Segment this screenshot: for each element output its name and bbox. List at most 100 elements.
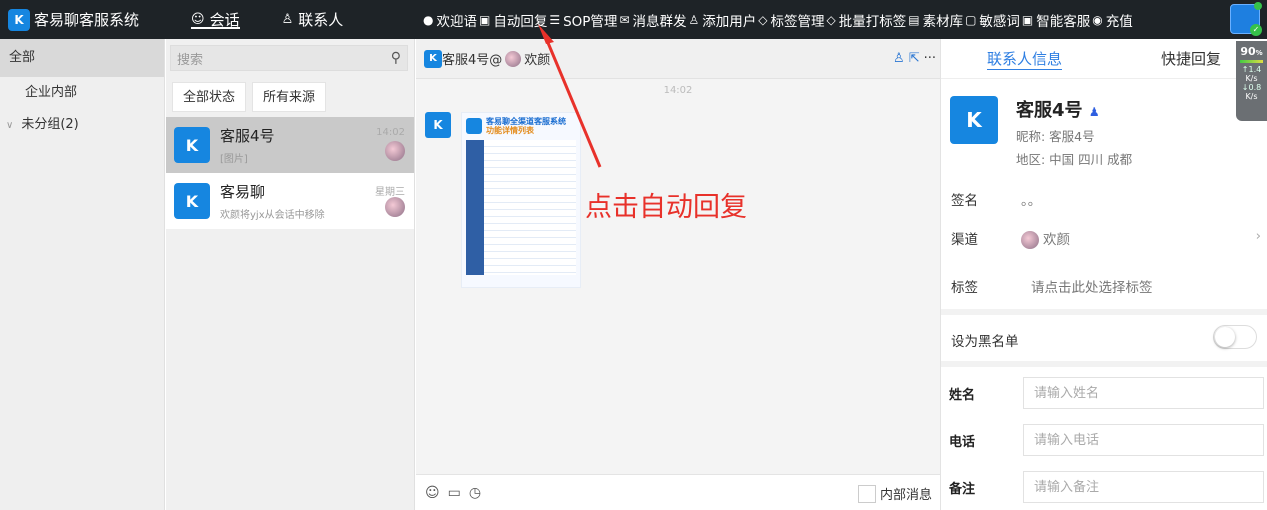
chat-input-bar: ☺ ▭ ◷ 内部消息 bbox=[416, 474, 940, 510]
contact-avatar: K bbox=[950, 96, 998, 144]
batch-tag-label: 批量打标签 bbox=[838, 13, 907, 30]
add-user-button[interactable]: ♙ 添加用户 bbox=[689, 10, 757, 30]
chat-area: K 客服4号@ 欢颜 ♙ ⇱ ··· 14:02 K 客易聊全渠道客服系统 功能… bbox=[416, 39, 940, 510]
message-time: 14:02 bbox=[376, 127, 405, 138]
clock-icon[interactable]: ◷ bbox=[469, 485, 481, 501]
percent-unit: % bbox=[1255, 49, 1263, 57]
contact-nickname: 昵称: 客服4号 bbox=[1016, 129, 1095, 144]
network-speed-widget: 90% ↑1.4 K/s ↓0.8 K/s bbox=[1236, 41, 1267, 121]
folder-icon[interactable]: ▭ bbox=[448, 485, 461, 501]
batch-tag-button[interactable]: ◇ 批量打标签 bbox=[827, 10, 907, 30]
mass-message-label: 消息群发 bbox=[632, 13, 687, 30]
agent-avatar bbox=[385, 141, 405, 161]
internal-message-label: 内部消息 bbox=[879, 488, 932, 503]
signature-label: 签名 bbox=[951, 193, 978, 209]
add-user-icon: ♙ bbox=[688, 12, 700, 27]
annotation-arrow bbox=[538, 24, 602, 168]
chat-contact-logo: K bbox=[424, 49, 442, 68]
welcome-button[interactable]: ● 欢迎语 bbox=[423, 10, 477, 30]
library-button[interactable]: ▤ 素材库 bbox=[908, 10, 963, 30]
remark-field[interactable] bbox=[1023, 471, 1264, 503]
recharge-icon: ◉ bbox=[1092, 12, 1103, 27]
contact-profile: K 客服4号 ♟ 昵称: 客服4号 地区: 中国 四川 成都 bbox=[950, 96, 1132, 168]
chat-title: 客服4号@ bbox=[442, 53, 503, 68]
download-unit: K/s bbox=[1245, 92, 1258, 101]
sensitive-word-button[interactable]: ▢ 敏感词 bbox=[965, 10, 1020, 30]
library-icon: ▤ bbox=[908, 12, 920, 27]
message-timestamp: 14:02 bbox=[663, 85, 693, 96]
add-user-label: 添加用户 bbox=[702, 13, 757, 30]
robot-icon: ▣ bbox=[1021, 12, 1034, 27]
top-bar: K 客易聊客服系统 ☺ 会话 ♙ 联系人 ● 欢迎语 ▣ 自动回复 ☰ SOP管理 ✉… bbox=[0, 0, 1267, 39]
sensitive-word-icon: ▢ bbox=[965, 12, 977, 27]
brand: K 客易聊客服系统 bbox=[0, 8, 185, 31]
status-filter[interactable]: 全部状态 bbox=[172, 82, 247, 112]
tag-icon: ◇ bbox=[758, 12, 768, 27]
user-avatar[interactable]: ✓ bbox=[1230, 2, 1262, 36]
internal-message-checkbox[interactable] bbox=[857, 484, 876, 503]
mass-message-button[interactable]: ✉ 消息群发 bbox=[619, 10, 686, 30]
online-dot-icon bbox=[1254, 2, 1262, 10]
channel-row[interactable]: 渠道 欢颜 › bbox=[951, 228, 1261, 249]
emoji-icon[interactable]: ☺ bbox=[425, 485, 440, 501]
toolbar: ● 欢迎语 ▣ 自动回复 ☰ SOP管理 ✉ 消息群发 ♙ 添加用户 ◇ 标签管理 ◇ 批量打… bbox=[423, 0, 1135, 39]
profile-icon[interactable]: ♙ bbox=[893, 51, 905, 66]
person-icon: ♟ bbox=[1088, 105, 1100, 119]
recharge-label: 充值 bbox=[1105, 13, 1133, 30]
smart-service-label: 智能客服 bbox=[1036, 13, 1091, 30]
name-field[interactable] bbox=[1023, 377, 1264, 409]
message-time: 星期三 bbox=[375, 187, 405, 198]
group-ungrouped-label: 未分组(2) bbox=[21, 117, 79, 132]
channel-label: 渠道 bbox=[951, 232, 978, 248]
internal-message-toggle[interactable]: 内部消息 bbox=[857, 484, 932, 503]
search-input[interactable]: 搜索 ⚲ bbox=[170, 45, 408, 71]
filter-bar: 全部状态 所有来源 bbox=[166, 71, 414, 112]
search-icon[interactable]: ⚲ bbox=[391, 50, 401, 66]
tag-placeholder: 请点击此处选择标签 bbox=[1031, 280, 1153, 296]
group-ungrouped[interactable]: ∨ 未分组(2) bbox=[0, 109, 164, 141]
more-icon[interactable]: ··· bbox=[924, 51, 936, 66]
source-filter[interactable]: 所有来源 bbox=[252, 82, 327, 112]
signature-value: 。。 bbox=[1021, 193, 1042, 209]
blacklist-toggle[interactable] bbox=[1213, 325, 1257, 349]
download-speed: ↓0.8 bbox=[1241, 83, 1262, 92]
chat-header: K 客服4号@ 欢颜 ♙ ⇱ ··· bbox=[416, 39, 940, 79]
divider bbox=[941, 361, 1267, 367]
remark-label: 备注 bbox=[949, 482, 976, 497]
upload-unit: K/s bbox=[1245, 74, 1258, 83]
sender-logo: K bbox=[425, 112, 451, 138]
tag-row[interactable]: 标签 请点击此处选择标签 bbox=[951, 276, 1261, 296]
group-panel: 全部 企业内部 ∨ 未分组(2) bbox=[0, 39, 165, 510]
smart-service-button[interactable]: ▣ 智能客服 bbox=[1022, 10, 1090, 30]
list-item[interactable]: K 客易聊 欢颜将yjx从会话中移除 星期三 bbox=[166, 173, 414, 229]
poster-logo bbox=[466, 118, 482, 134]
tag-icon: ◇ bbox=[826, 12, 836, 27]
conversation-list: 搜索 ⚲ 全部状态 所有来源 K 客服4号 [图片] 14:02 K 客易聊 欢… bbox=[166, 39, 415, 510]
agent-avatar bbox=[505, 50, 522, 67]
phone-label: 电话 bbox=[949, 435, 976, 450]
phone-field[interactable] bbox=[1023, 424, 1264, 456]
contacts-icon: ♙ bbox=[281, 12, 294, 27]
tab-conversations-label: 会话 bbox=[209, 11, 240, 29]
channel-value: 欢颜 bbox=[1043, 232, 1070, 248]
welcome-icon: ● bbox=[423, 12, 434, 27]
group-all[interactable]: 全部 bbox=[0, 39, 164, 77]
sensitive-word-label: 敏感词 bbox=[979, 13, 1020, 30]
app-title: 客易聊客服系统 bbox=[34, 11, 140, 29]
upload-value: 1.4 bbox=[1248, 65, 1262, 74]
tag-manage-label: 标签管理 bbox=[770, 13, 825, 30]
tab-conversations[interactable]: ☺ 会话 bbox=[185, 0, 246, 39]
tag-label: 标签 bbox=[951, 280, 978, 296]
share-icon[interactable]: ⇱ bbox=[909, 51, 920, 66]
tab-contacts[interactable]: ♙ 联系人 bbox=[276, 0, 350, 39]
annotation-text: 点击自动回复 bbox=[585, 192, 747, 223]
list-item[interactable]: K 客服4号 [图片] 14:02 bbox=[166, 117, 414, 173]
message-preview: [图片] bbox=[220, 154, 248, 165]
memory-percent: 90 bbox=[1240, 45, 1256, 58]
tab-quick-reply[interactable]: 快捷回复 bbox=[1161, 48, 1221, 69]
recharge-button[interactable]: ◉ 充值 bbox=[1092, 10, 1132, 30]
tag-manage-button[interactable]: ◇ 标签管理 bbox=[758, 10, 824, 30]
tab-contact-info[interactable]: 联系人信息 bbox=[987, 48, 1063, 70]
upload-speed: ↑1.4 bbox=[1241, 65, 1262, 74]
group-internal[interactable]: 企业内部 bbox=[0, 77, 164, 109]
